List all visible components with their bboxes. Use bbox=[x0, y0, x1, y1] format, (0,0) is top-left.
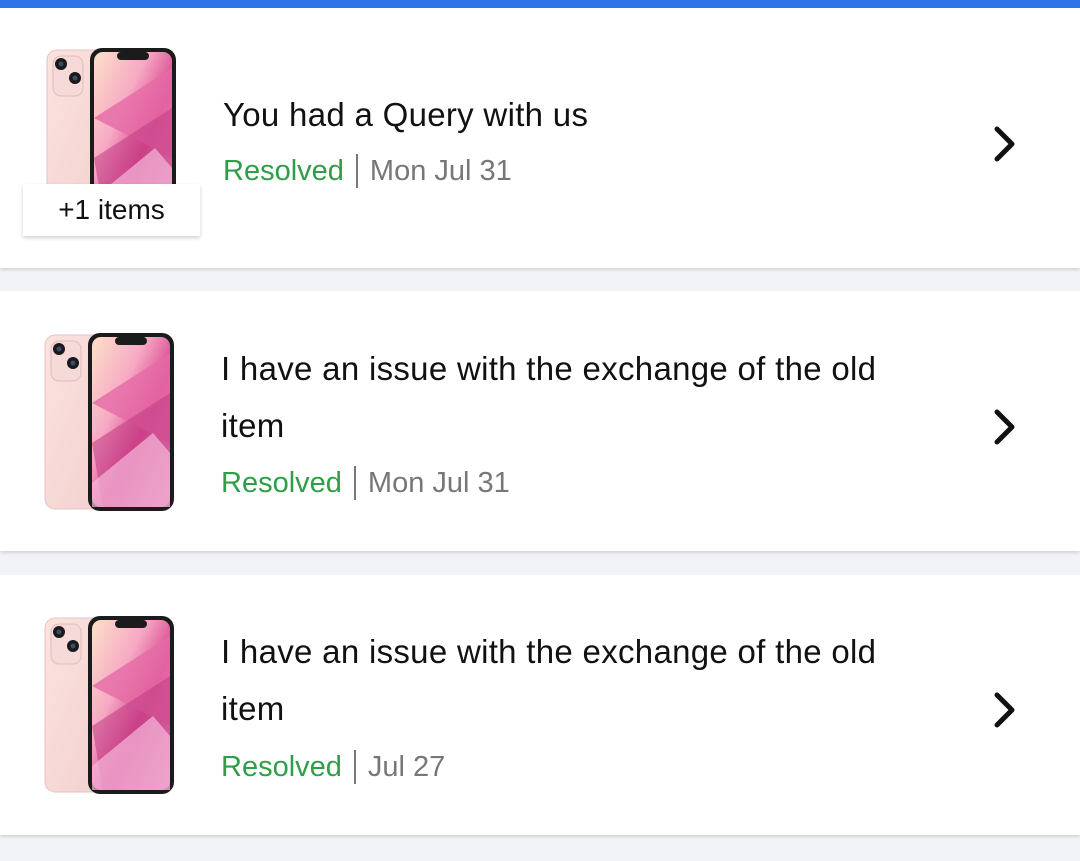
accent-top-bar bbox=[0, 0, 1080, 8]
ticket-card[interactable]: I have an issue with the exchange of the… bbox=[0, 291, 1080, 551]
divider bbox=[353, 750, 356, 784]
ticket-date: Jul 27 bbox=[367, 751, 446, 783]
ticket-card[interactable]: +1 items You had a Query with us Resolve… bbox=[0, 8, 1080, 268]
chevron-right-icon[interactable] bbox=[990, 407, 1020, 447]
divider bbox=[353, 466, 356, 500]
ticket-status-line: Resolved Mon Jul 31 bbox=[223, 154, 512, 188]
ticket-date: Mon Jul 31 bbox=[367, 467, 510, 499]
divider bbox=[355, 154, 358, 188]
status-badge: Resolved bbox=[221, 751, 342, 783]
pink-phone-image bbox=[43, 616, 175, 794]
ticket-title: I have an issue with the exchange of the… bbox=[221, 633, 877, 727]
ticket-title: I have an issue with the exchange of the… bbox=[221, 350, 877, 444]
ticket-title: You had a Query with us bbox=[223, 96, 589, 133]
ticket-status-line: Resolved Jul 27 bbox=[221, 750, 445, 784]
chevron-right-icon[interactable] bbox=[990, 124, 1020, 164]
status-badge: Resolved bbox=[221, 467, 342, 499]
ticket-status-line: Resolved Mon Jul 31 bbox=[221, 466, 510, 500]
extra-items-badge: +1 items bbox=[23, 184, 200, 236]
chevron-right-icon[interactable] bbox=[990, 690, 1020, 730]
pink-phone-image bbox=[43, 333, 175, 511]
ticket-date: Mon Jul 31 bbox=[369, 155, 512, 187]
ticket-card[interactable]: I have an issue with the exchange of the… bbox=[0, 575, 1080, 835]
status-badge: Resolved bbox=[223, 155, 344, 187]
